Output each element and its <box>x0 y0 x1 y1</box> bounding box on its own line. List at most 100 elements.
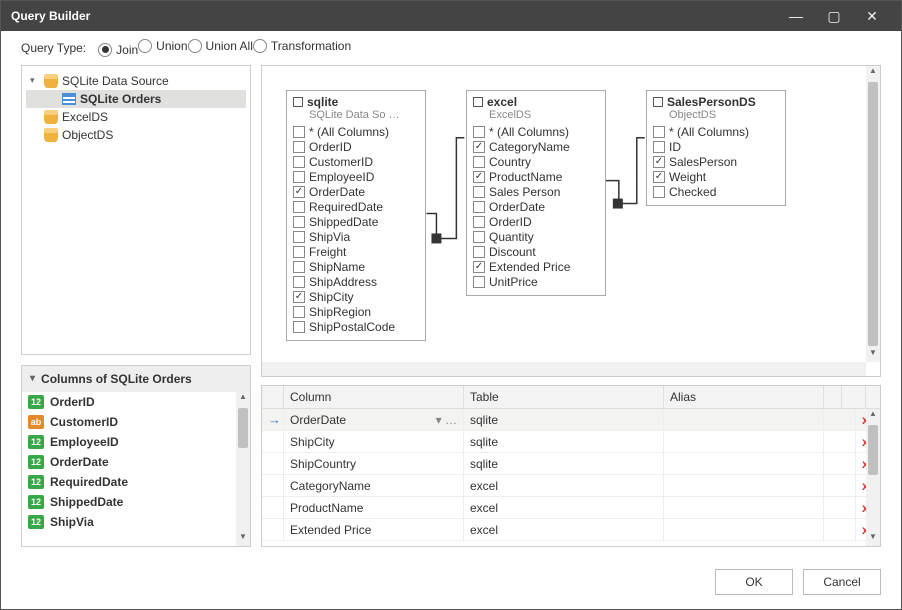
column-item[interactable]: 12EmployeeID <box>22 432 250 452</box>
checkbox-icon[interactable] <box>293 261 305 273</box>
scroll-up-icon[interactable]: ▲ <box>236 392 250 406</box>
checkbox-icon[interactable] <box>653 186 665 198</box>
scroll-up-icon[interactable]: ▲ <box>866 409 880 423</box>
checkbox-icon[interactable] <box>473 171 485 183</box>
node-field[interactable]: * (All Columns) <box>291 125 421 139</box>
scroll-down-icon[interactable]: ▼ <box>236 532 250 546</box>
checkbox-icon[interactable] <box>293 306 305 318</box>
tree-item[interactable]: ExcelDS <box>26 108 246 126</box>
grid-row[interactable]: ShipCountrysqlitex <box>262 453 880 475</box>
node-field[interactable]: CategoryName <box>471 140 601 154</box>
checkbox-icon[interactable] <box>293 246 305 258</box>
checkbox-icon[interactable] <box>653 171 665 183</box>
grid-row[interactable]: Extended Priceexcelx <box>262 519 880 541</box>
checkbox-icon[interactable] <box>473 201 485 213</box>
scrollbar-thumb[interactable] <box>868 82 878 347</box>
node-field[interactable]: Extended Price <box>471 260 601 274</box>
minimize-button[interactable]: — <box>777 8 815 24</box>
node-field[interactable]: UnitPrice <box>471 275 601 289</box>
query-type-radio-join[interactable]: Join <box>98 43 138 57</box>
node-field[interactable]: SalesPerson <box>651 155 781 169</box>
checkbox-icon[interactable] <box>473 246 485 258</box>
grid-cell-table[interactable]: excel <box>464 519 664 540</box>
node-field[interactable]: * (All Columns) <box>471 125 601 139</box>
node-field[interactable]: ShipName <box>291 260 421 274</box>
node-field[interactable]: * (All Columns) <box>651 125 781 139</box>
grid-scrollbar-vertical[interactable]: ▲ ▼ <box>866 409 880 546</box>
checkbox-icon[interactable] <box>293 126 305 138</box>
node-field[interactable]: ShipRegion <box>291 305 421 319</box>
checkbox-icon[interactable] <box>293 186 305 198</box>
node-field[interactable]: CustomerID <box>291 155 421 169</box>
column-item[interactable]: 12OrderDate <box>22 452 250 472</box>
node-field[interactable]: OrderDate <box>471 200 601 214</box>
grid-cell-alias[interactable] <box>664 431 824 452</box>
node-field[interactable]: Freight <box>291 245 421 259</box>
checkbox-icon[interactable] <box>293 276 305 288</box>
node-field[interactable]: Sales Person <box>471 185 601 199</box>
query-type-radio-transformation[interactable]: Transformation <box>253 39 351 53</box>
checkbox-icon[interactable] <box>293 231 305 243</box>
grid-cell-alias[interactable] <box>664 475 824 496</box>
canvas-scrollbar-horizontal[interactable] <box>262 362 866 376</box>
scrollbar-thumb[interactable] <box>868 425 878 475</box>
grid-header-column[interactable]: Column <box>284 386 464 408</box>
ok-button[interactable]: OK <box>715 569 793 595</box>
node-field[interactable]: Quantity <box>471 230 601 244</box>
cancel-button[interactable]: Cancel <box>803 569 881 595</box>
node-field[interactable]: Checked <box>651 185 781 199</box>
scroll-up-icon[interactable]: ▲ <box>866 66 880 80</box>
column-item[interactable]: 12OrderID <box>22 392 250 412</box>
checkbox-icon[interactable] <box>293 321 305 333</box>
table-node-sqlite[interactable]: sqliteSQLite Data So …* (All Columns)Ord… <box>286 90 426 341</box>
grid-cell-column[interactable]: ShipCity <box>284 431 464 452</box>
node-field[interactable]: ShipPostalCode <box>291 320 421 334</box>
checkbox-icon[interactable] <box>653 126 665 138</box>
grid-header-table[interactable]: Table <box>464 386 664 408</box>
node-field[interactable]: ShipVia <box>291 230 421 244</box>
checkbox-icon[interactable] <box>473 141 485 153</box>
checkbox-icon[interactable] <box>293 216 305 228</box>
columns-panel-header[interactable]: ▾ Columns of SQLite Orders <box>22 366 250 392</box>
tree-item[interactable]: ObjectDS <box>26 126 246 144</box>
checkbox-icon[interactable] <box>473 126 485 138</box>
query-type-radio-union[interactable]: Union <box>138 39 187 53</box>
canvas-scrollbar-vertical[interactable]: ▲ ▼ <box>866 66 880 363</box>
checkbox-icon[interactable] <box>473 261 485 273</box>
node-field[interactable]: ProductName <box>471 170 601 184</box>
node-field[interactable]: OrderID <box>291 140 421 154</box>
grid-row[interactable]: ProductNameexcelx <box>262 497 880 519</box>
scroll-down-icon[interactable]: ▼ <box>866 348 880 362</box>
grid-cell-table[interactable]: sqlite <box>464 409 664 430</box>
grid-header-alias[interactable]: Alias <box>664 386 824 408</box>
scrollbar-thumb[interactable] <box>238 408 248 448</box>
tree-root[interactable]: ▾ SQLite Data Source <box>26 72 246 90</box>
node-field[interactable]: ShipCity <box>291 290 421 304</box>
checkbox-icon[interactable] <box>293 141 305 153</box>
node-field[interactable]: ShippedDate <box>291 215 421 229</box>
checkbox-icon[interactable] <box>473 276 485 288</box>
checkbox-icon[interactable] <box>653 141 665 153</box>
checkbox-icon[interactable] <box>293 201 305 213</box>
grid-cell-table[interactable]: excel <box>464 497 664 518</box>
grid-cell-table[interactable]: sqlite <box>464 453 664 474</box>
node-field[interactable]: Country <box>471 155 601 169</box>
node-field[interactable]: ShipAddress <box>291 275 421 289</box>
node-field[interactable]: RequiredDate <box>291 200 421 214</box>
node-field[interactable]: ID <box>651 140 781 154</box>
scroll-down-icon[interactable]: ▼ <box>866 532 880 546</box>
grid-row[interactable]: →OrderDate ▾ …sqlitex <box>262 409 880 431</box>
dropdown-icon[interactable]: ▾ … <box>436 413 457 427</box>
table-node-salespersonds[interactable]: SalesPersonDSObjectDS* (All Columns)IDSa… <box>646 90 786 206</box>
checkbox-icon[interactable] <box>473 186 485 198</box>
checkbox-icon[interactable] <box>653 156 665 168</box>
node-field[interactable]: Weight <box>651 170 781 184</box>
scrollbar-vertical[interactable]: ▲ ▼ <box>236 392 250 547</box>
column-item[interactable]: abCustomerID <box>22 412 250 432</box>
query-type-radio-union-all[interactable]: Union All <box>188 39 253 53</box>
column-item[interactable]: 12RequiredDate <box>22 472 250 492</box>
checkbox-icon[interactable] <box>473 156 485 168</box>
node-field[interactable]: EmployeeID <box>291 170 421 184</box>
grid-cell-alias[interactable] <box>664 409 824 430</box>
column-item[interactable]: 12ShippedDate <box>22 492 250 512</box>
